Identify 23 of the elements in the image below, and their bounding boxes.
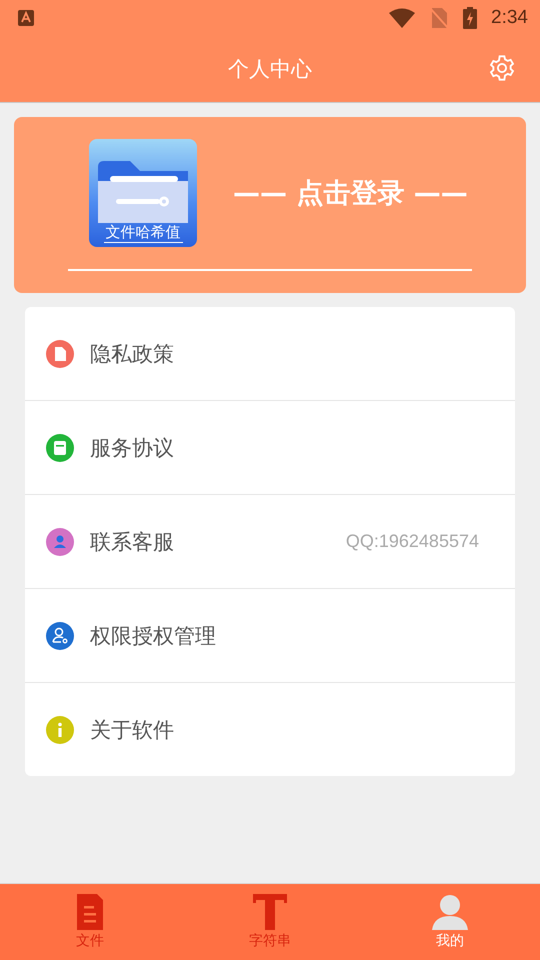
wifi-icon [389, 8, 416, 28]
menu-item[interactable]: 隐私政策 [25, 307, 515, 401]
menu-label: 关于软件 [90, 716, 175, 744]
clock-time: 2:34 [491, 7, 528, 29]
menu-label: 权限授权管理 [90, 622, 217, 650]
menu-label: 服务协议 [90, 434, 175, 462]
menu-item[interactable]: 服务协议 [25, 401, 515, 495]
letter-t-icon [252, 894, 288, 930]
login-card[interactable]: 文件哈希值 —— 点击登录 —— [14, 117, 526, 293]
menu-label: 隐私政策 [90, 340, 175, 368]
no-sim-icon [429, 7, 450, 29]
menu-item[interactable]: 联系客服 QQ:1962485574 [25, 495, 515, 589]
logo-caption: 文件哈希值 [104, 223, 182, 243]
app-notification-icon [18, 10, 34, 26]
settings-button[interactable] [488, 54, 516, 82]
person-icon [432, 894, 468, 930]
menu-label: 联系客服 [90, 528, 175, 556]
page-title: 个人中心 [228, 56, 312, 83]
folder-key-icon [98, 159, 188, 223]
menu-item[interactable]: 权限授权管理 [25, 589, 515, 683]
qq-number: QQ:1962485574 [346, 531, 479, 552]
battery-charging-icon [463, 7, 478, 29]
menu-item[interactable]: 关于软件 [25, 683, 515, 776]
